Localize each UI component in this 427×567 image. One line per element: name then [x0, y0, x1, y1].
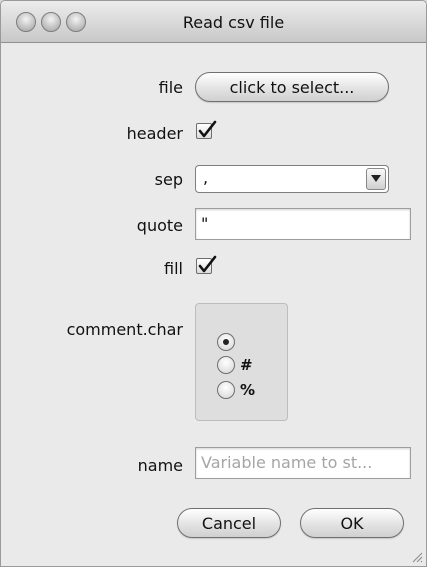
title-bar: Read csv file: [1, 1, 426, 43]
name-label: name: [137, 456, 183, 475]
radio-selected-icon[interactable]: [217, 333, 235, 351]
sep-selected-value: ,: [203, 168, 209, 187]
comment-char-option-empty[interactable]: [217, 332, 240, 352]
file-select-button[interactable]: click to select...: [195, 72, 389, 102]
radio-icon[interactable]: [217, 381, 235, 399]
checkmark-icon: [198, 255, 217, 273]
variable-name-placeholder: Variable name to st...: [201, 453, 373, 472]
comment-char-option-percent[interactable]: %: [217, 380, 255, 400]
radio-option-label: %: [240, 381, 256, 399]
radio-option-label: #: [240, 356, 253, 374]
dropdown-arrow-icon[interactable]: [366, 168, 386, 190]
resize-grip-icon[interactable]: [411, 551, 423, 563]
file-label: file: [158, 78, 183, 97]
header-label: header: [126, 124, 183, 143]
comment-char-radio-group: # %: [195, 303, 288, 421]
comment-char-option-hash[interactable]: #: [217, 355, 253, 375]
comment-char-label: comment.char: [66, 320, 183, 339]
variable-name-field[interactable]: Variable name to st...: [195, 447, 411, 479]
quote-label: quote: [136, 216, 183, 235]
window-title: Read csv file: [182, 13, 285, 32]
checkmark-icon: [198, 120, 217, 138]
radio-icon[interactable]: [217, 356, 235, 374]
sep-label: sep: [154, 170, 183, 189]
read-csv-dialog: Read csv file file click to select... he…: [0, 0, 427, 567]
sep-dropdown[interactable]: ,: [195, 165, 389, 193]
fill-label: fill: [164, 259, 183, 278]
header-checkbox[interactable]: [196, 120, 217, 139]
fill-checkbox[interactable]: [196, 255, 217, 274]
quote-field[interactable]: ": [195, 208, 411, 240]
ok-button[interactable]: OK: [300, 508, 404, 538]
cancel-button[interactable]: Cancel: [177, 508, 281, 538]
